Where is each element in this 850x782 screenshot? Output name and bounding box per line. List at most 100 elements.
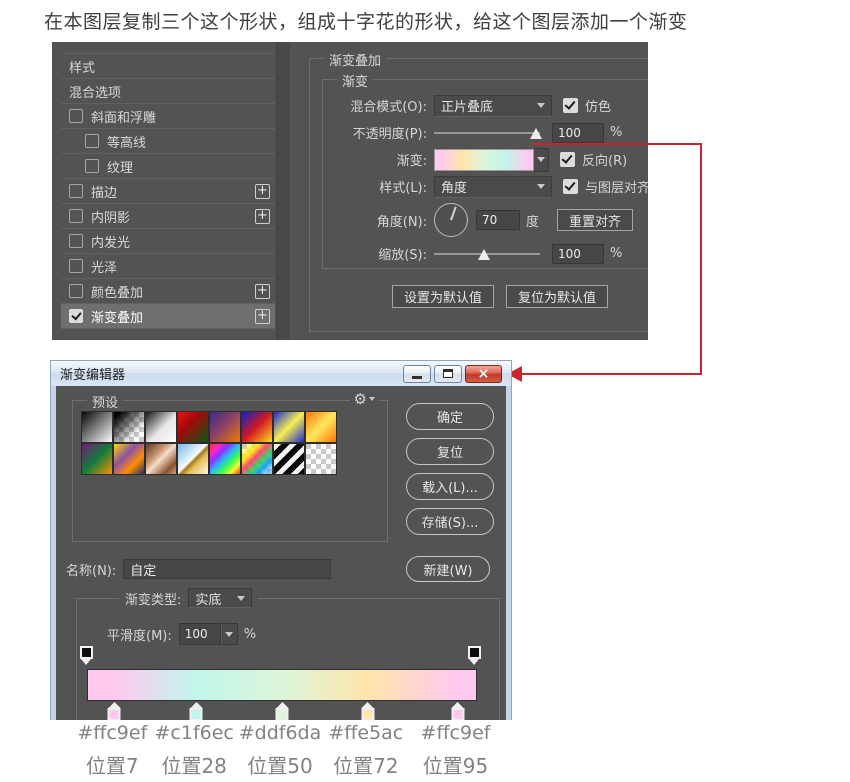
opacity-stop-left[interactable] <box>80 646 93 665</box>
align-with-layer-label: 与图层对齐(I) <box>585 181 648 196</box>
swatch-annotation: #ddf6da 位置50 <box>239 722 322 779</box>
gear-icon[interactable]: ⚙ <box>349 390 379 408</box>
opacity-label: 不透明度(P): <box>352 127 427 142</box>
plus-icon[interactable]: + <box>255 183 270 199</box>
preset-yellow-violet-orange-blue[interactable] <box>113 443 145 475</box>
preset-diagonal-stripes[interactable] <box>273 443 305 475</box>
color-stop-swatch <box>189 708 203 720</box>
color-stop[interactable] <box>361 702 375 720</box>
preset-blue-yellow-blue[interactable] <box>273 411 305 443</box>
preset-spectrum[interactable] <box>209 443 241 475</box>
style-list-item-bevel-emboss[interactable]: 斜面和浮雕 <box>61 104 275 129</box>
plus-icon[interactable]: + <box>255 208 270 224</box>
gradient-overlay-panel: 渐变叠加 渐变 混合模式(O): 正片叠底 仿色 不透明度(P): 100 % … <box>307 42 648 340</box>
align-with-layer-checkbox[interactable] <box>563 179 578 194</box>
style-checkbox[interactable] <box>69 184 83 198</box>
style-list-item-color-overlay[interactable]: 颜色叠加 + <box>61 279 275 304</box>
opacity-slider[interactable] <box>434 125 542 141</box>
name-input[interactable]: 自定 <box>123 559 332 579</box>
style-list-item-contour[interactable]: 等高线 <box>61 129 275 154</box>
swatch-annotation: #ffe5ac 位置72 <box>328 722 403 779</box>
load-button[interactable]: 载入(L)... <box>406 473 494 500</box>
save-button[interactable]: 存储(S)... <box>406 508 494 535</box>
close-button[interactable]: × <box>465 364 502 383</box>
gradient-style-select[interactable]: 角度 <box>434 175 552 198</box>
slider-track <box>434 131 540 134</box>
scale-input[interactable]: 100 <box>552 243 604 264</box>
style-item-label: 描边 <box>91 185 118 201</box>
window-title: 渐变编辑器 <box>60 368 126 383</box>
opacity-input[interactable]: 100 <box>552 122 604 143</box>
opacity-stop-right[interactable] <box>468 646 481 665</box>
gradient-style-value: 角度 <box>441 181 468 196</box>
window-titlebar[interactable]: 渐变编辑器 × <box>51 361 511 386</box>
set-default-button[interactable]: 设置为默认值 <box>392 285 495 308</box>
style-checkbox[interactable] <box>69 209 83 223</box>
preset-fg-to-bg[interactable] <box>81 411 113 443</box>
color-stops <box>87 702 477 720</box>
preset-violet-orange[interactable] <box>209 411 241 443</box>
blend-mode-value: 正片叠底 <box>441 100 494 115</box>
gradient-row: 渐变: 反向(R) <box>323 146 648 173</box>
reset-align-button[interactable]: 重置对齐 <box>557 209 634 231</box>
color-stop[interactable] <box>275 702 289 720</box>
reverse-checkbox[interactable] <box>560 152 575 167</box>
gradient-preview[interactable] <box>434 148 534 171</box>
preset-transparent-checker[interactable] <box>305 443 337 475</box>
style-checkbox[interactable] <box>69 309 83 323</box>
style-list-item-blending-options[interactable]: 混合选项 <box>61 79 275 104</box>
scale-unit: % <box>610 246 623 261</box>
style-list-item-texture[interactable]: 纹理 <box>61 154 275 179</box>
color-stop[interactable] <box>107 702 121 720</box>
ok-button[interactable]: 确定 <box>406 403 494 430</box>
preset-copper[interactable] <box>145 443 177 475</box>
new-button[interactable]: 新建(W) <box>406 556 490 582</box>
preset-violet-green-orange[interactable] <box>81 443 113 475</box>
color-stop[interactable] <box>451 702 464 720</box>
arrow-line-vertical <box>700 143 702 375</box>
style-list-item-inner-shadow[interactable]: 内阴影 + <box>61 204 275 229</box>
style-checkbox[interactable] <box>85 134 99 148</box>
style-list-item-styles[interactable]: 样式 <box>61 54 275 79</box>
color-stop[interactable] <box>189 702 203 720</box>
swatch-hex-label: #ddf6da <box>238 722 322 744</box>
style-list-scrollbar[interactable] <box>276 42 290 340</box>
preset-chrome-gold[interactable] <box>177 443 209 475</box>
style-list-item-satin[interactable]: 光泽 <box>61 254 275 279</box>
slider-thumb[interactable] <box>477 248 490 260</box>
maximize-button[interactable] <box>434 364 462 383</box>
style-list-item-inner-glow[interactable]: 内发光 <box>61 229 275 254</box>
plus-icon[interactable]: + <box>255 308 270 324</box>
style-checkbox[interactable] <box>85 159 99 173</box>
blend-mode-select[interactable]: 正片叠底 <box>434 94 552 117</box>
reset-default-button[interactable]: 复位为默认值 <box>506 285 609 308</box>
reset-button[interactable]: 复位 <box>406 438 494 465</box>
smoothness-input[interactable]: 100 <box>178 623 221 645</box>
style-checkbox[interactable] <box>69 234 83 248</box>
preset-blue-red-yellow[interactable] <box>241 411 273 443</box>
plus-icon[interactable]: + <box>255 283 270 299</box>
swatch-position-label: 位置50 <box>247 754 313 778</box>
dither-checkbox[interactable] <box>563 98 578 113</box>
style-checkbox[interactable] <box>69 109 83 123</box>
style-checkbox[interactable] <box>69 284 83 298</box>
preset-fg-to-transparent[interactable] <box>113 411 145 443</box>
gradient-bar[interactable] <box>87 669 477 701</box>
preset-black-white[interactable] <box>145 411 177 443</box>
scale-slider[interactable] <box>434 246 540 262</box>
preset-red-green[interactable] <box>177 411 209 443</box>
gradient-group-title: 渐变 <box>337 71 374 90</box>
style-list-item-gradient-overlay[interactable]: 渐变叠加 + <box>61 304 275 329</box>
preset-transparent-rainbow[interactable] <box>241 443 273 475</box>
gradient-type-select[interactable]: 实底 <box>188 588 253 608</box>
arrow-line-top <box>532 143 702 145</box>
gradient-picker-arrow[interactable] <box>534 147 549 172</box>
style-checkbox[interactable] <box>69 259 83 273</box>
preset-orange-yellow-orange[interactable] <box>305 411 337 443</box>
minimize-button[interactable] <box>403 364 431 383</box>
angle-dial[interactable] <box>434 203 468 237</box>
style-list-item-stroke[interactable]: 描边 + <box>61 179 275 204</box>
angle-input[interactable]: 70 <box>476 210 520 230</box>
smoothness-dropdown[interactable] <box>220 623 238 645</box>
slider-thumb[interactable] <box>529 127 542 139</box>
